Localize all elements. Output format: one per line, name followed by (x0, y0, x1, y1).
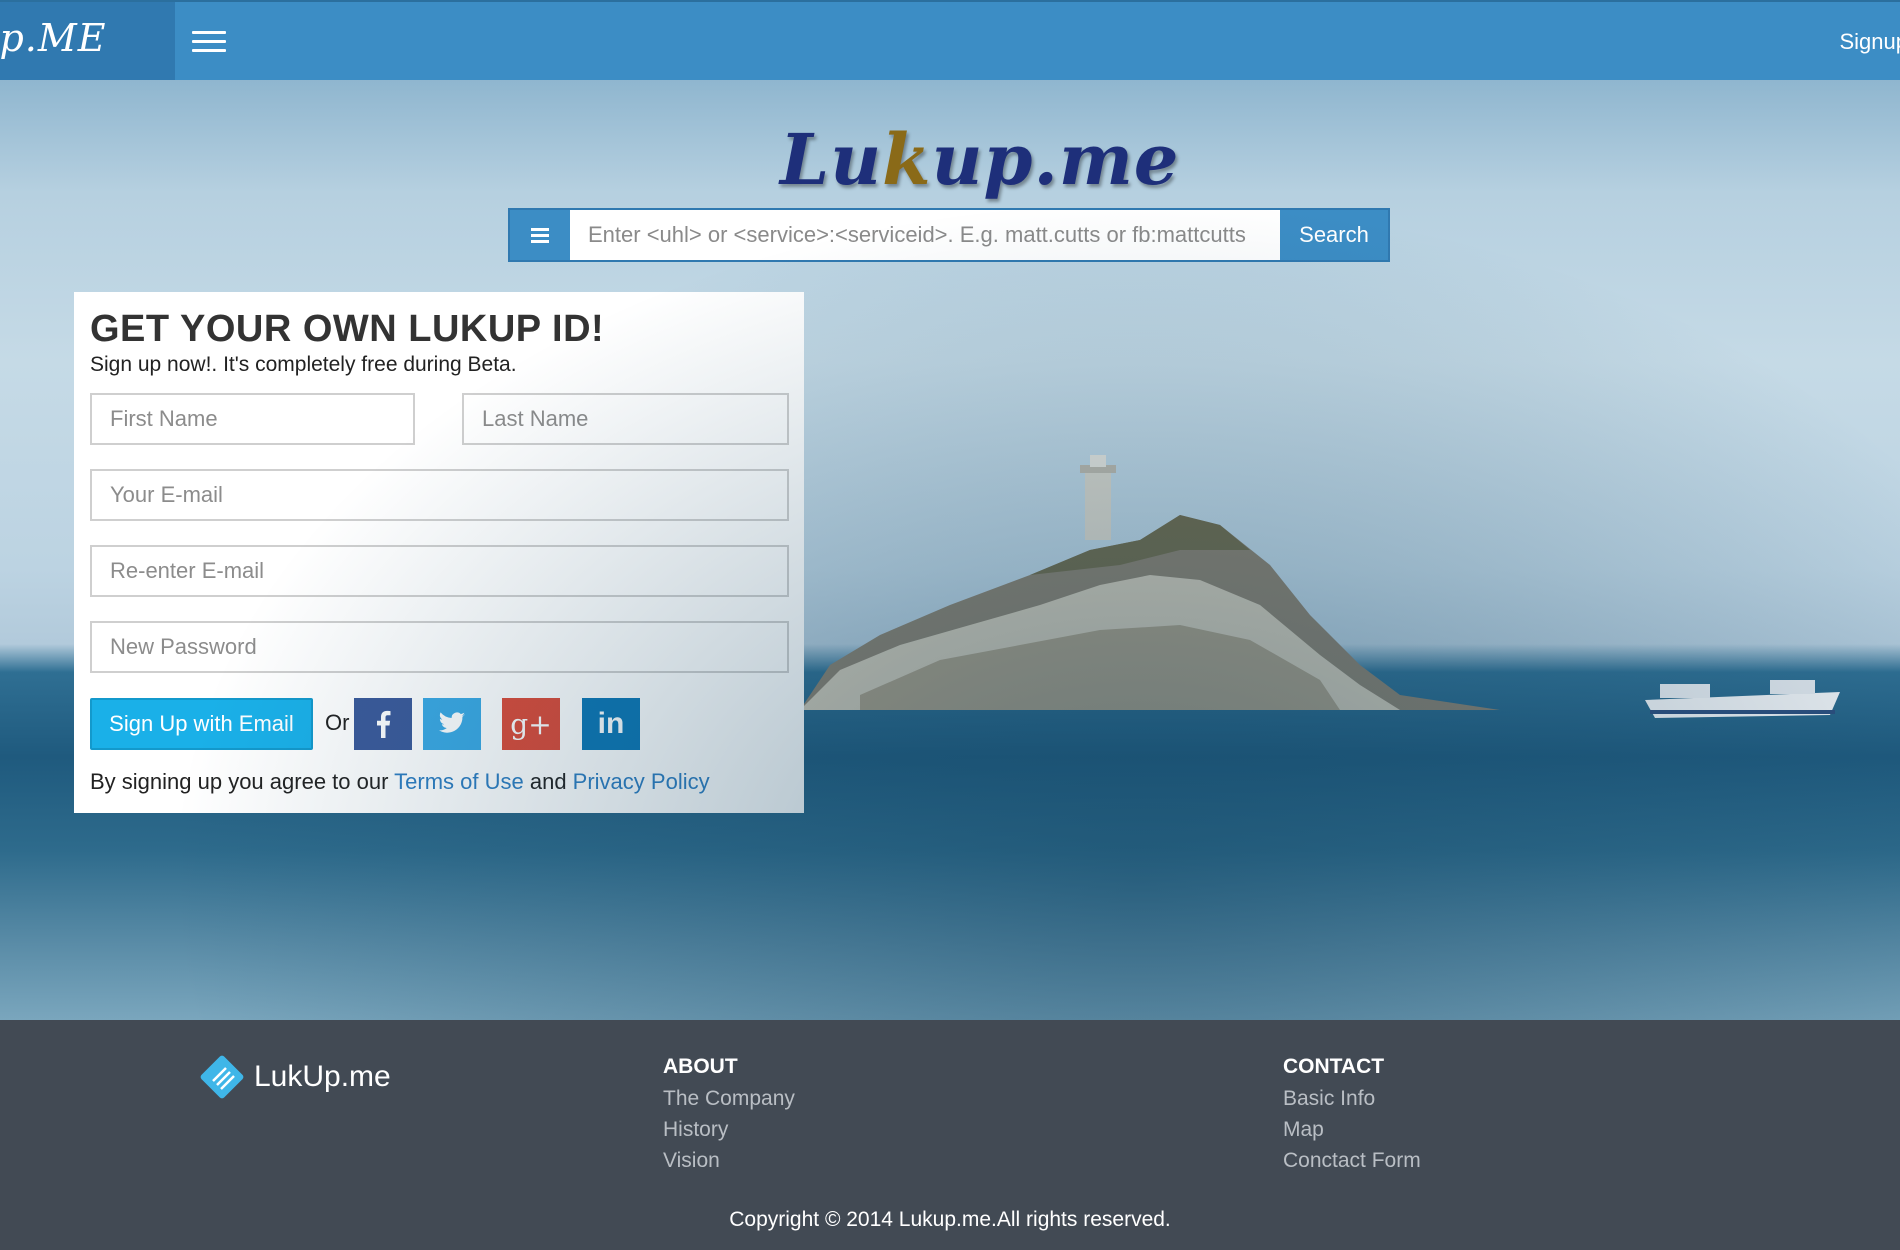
footer-about-heading: ABOUT (663, 1055, 738, 1078)
linkedin-icon: in (597, 707, 625, 740)
footer-link-vision[interactable]: Vision (663, 1145, 795, 1176)
password-field[interactable] (90, 621, 789, 673)
terms-of-use-link[interactable]: Terms of Use (394, 769, 524, 794)
or-label: Or (325, 710, 350, 735)
footer-link-basic-info[interactable]: Basic Info (1283, 1083, 1421, 1114)
facebook-button[interactable] (354, 698, 412, 750)
footer-logo[interactable]: LukUp.me (196, 1051, 391, 1103)
email-field[interactable] (90, 469, 789, 521)
signup-subtitle: Sign up now!. It's completely free durin… (90, 353, 517, 376)
hamburger-icon[interactable] (192, 31, 226, 53)
footer-logo-text: LukUp.me (254, 1060, 391, 1093)
footer-link-contact-form[interactable]: Conctact Form (1283, 1145, 1421, 1176)
twitter-icon (439, 712, 465, 733)
twitter-button[interactable] (423, 698, 481, 750)
privacy-policy-link[interactable]: Privacy Policy (573, 769, 710, 794)
footer-link-map[interactable]: Map (1283, 1114, 1421, 1145)
signup-link[interactable]: Signup (1839, 29, 1900, 55)
brand-text[interactable]: up.ME (0, 16, 107, 60)
list-icon[interactable] (510, 210, 570, 260)
search-bar: Search (508, 208, 1390, 262)
linkedin-button[interactable]: in (582, 698, 640, 750)
footer-link-history[interactable]: History (663, 1114, 795, 1145)
footer-about-column: ABOUT The Company History Vision (663, 1055, 795, 1176)
footer-link-company[interactable]: The Company (663, 1083, 795, 1114)
lukup-logo: Lukup.me (780, 118, 1180, 201)
google-plus-button[interactable]: g+ (502, 698, 560, 750)
footer-contact-column: CONTACT Basic Info Map Conctact Form (1283, 1055, 1421, 1176)
first-name-field[interactable] (90, 393, 415, 445)
signup-card: GET YOUR OWN LUKUP ID! Sign up now!. It'… (74, 292, 804, 813)
top-navbar: up.ME Signup (0, 0, 1900, 80)
terms-notice: By signing up you agree to our Terms of … (90, 769, 710, 794)
copyright-text: Copyright © 2014 Lukup.me.All rights res… (729, 1208, 1171, 1231)
facebook-icon (377, 710, 391, 738)
search-button[interactable]: Search (1280, 210, 1388, 260)
footer-contact-heading: CONTACT (1283, 1055, 1385, 1078)
brand-logo[interactable]: up.ME (0, 2, 175, 80)
boat-image (1645, 680, 1840, 718)
email-confirm-field[interactable] (90, 545, 789, 597)
hero-background: Lukup.me Search GET YOUR OWN LUKUP ID! S… (0, 80, 1900, 1020)
signup-title: GET YOUR OWN LUKUP ID! (90, 308, 605, 350)
sign-up-email-button[interactable]: Sign Up with Email (90, 698, 313, 750)
search-input[interactable] (570, 210, 1280, 260)
island-lighthouse-image (800, 455, 1500, 710)
footer: LukUp.me ABOUT The Company History Visio… (0, 1020, 1900, 1250)
lukup-logo-icon (200, 1055, 244, 1099)
google-plus-icon: g+ (510, 707, 552, 741)
last-name-field[interactable] (462, 393, 789, 445)
